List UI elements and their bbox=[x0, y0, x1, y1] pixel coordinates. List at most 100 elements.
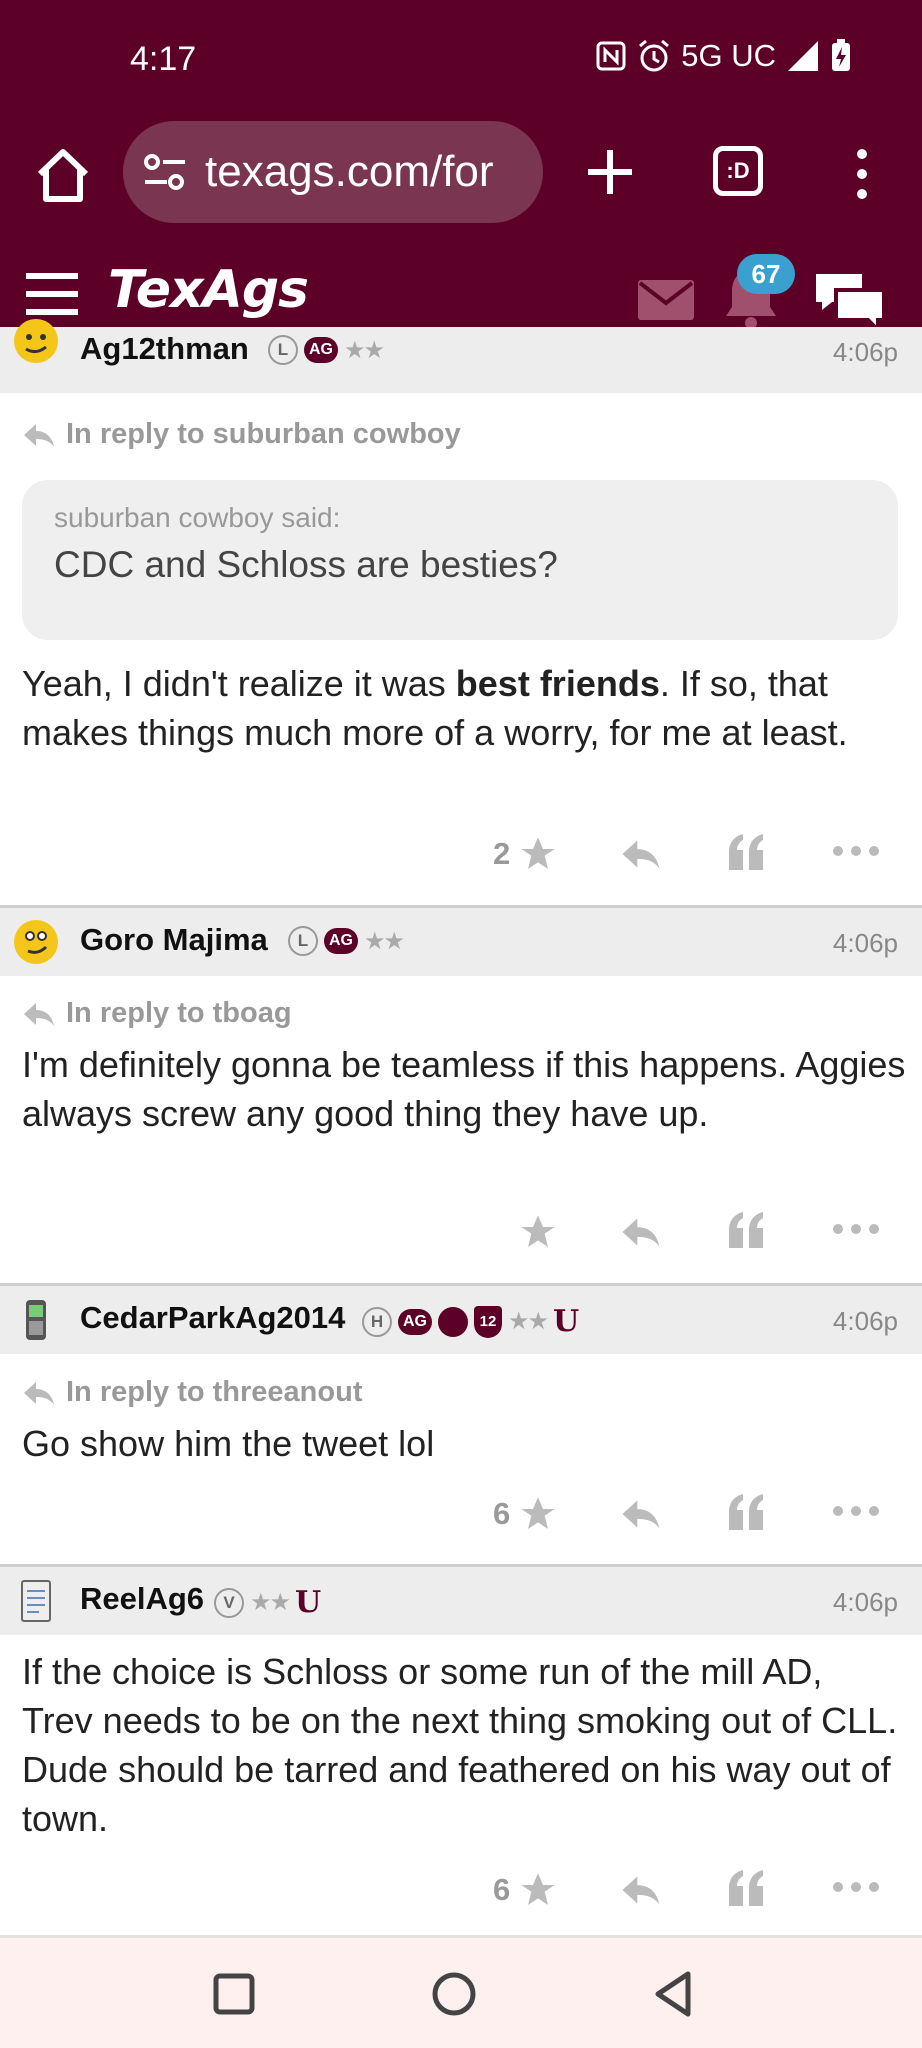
quote-text: CDC and Schloss are besties? bbox=[54, 544, 558, 585]
badge-ag: AG bbox=[398, 1308, 432, 1335]
more-horiz-icon[interactable] bbox=[832, 1504, 880, 1518]
url-text[interactable]: texags.com/for bbox=[205, 147, 494, 197]
reply-icon[interactable] bbox=[620, 1498, 662, 1530]
square-icon[interactable] bbox=[206, 1966, 262, 2022]
reply-to-text[interactable]: In reply to suburban cowboy bbox=[66, 418, 461, 451]
quote-icon[interactable] bbox=[727, 1212, 765, 1248]
post-time: 4:06p bbox=[832, 1587, 898, 1617]
post-time: 4:06p bbox=[832, 1306, 898, 1336]
post-actions: 2 bbox=[0, 830, 922, 880]
system-nav-bar bbox=[0, 1938, 922, 2048]
smiley-avatar-icon bbox=[14, 920, 58, 964]
home-icon[interactable] bbox=[30, 142, 96, 208]
signal-icon bbox=[788, 41, 818, 71]
post-time: 4:06p bbox=[832, 337, 898, 367]
stars-icon: ★★ bbox=[364, 927, 405, 955]
star-icon[interactable] bbox=[518, 1494, 558, 1534]
post-time: 4:06p bbox=[832, 928, 898, 958]
post-actions bbox=[0, 1208, 922, 1258]
reply-icon[interactable] bbox=[620, 1216, 662, 1248]
reply-icon[interactable] bbox=[620, 838, 662, 870]
user-flair: L AG ★★ bbox=[268, 335, 385, 365]
back-triangle-icon[interactable] bbox=[646, 1966, 702, 2022]
reply-to-link[interactable]: In reply to tboag bbox=[22, 997, 292, 1030]
star-count: 6 bbox=[493, 1872, 511, 1907]
status-bar: 4:17 5G UC bbox=[0, 0, 922, 120]
alarm-icon bbox=[639, 39, 670, 72]
badge-l: L bbox=[268, 335, 298, 365]
helmet-icon bbox=[438, 1306, 468, 1337]
notification-badge: 67 bbox=[737, 254, 795, 294]
university-u-icon: U bbox=[295, 1585, 322, 1620]
smiley-avatar-icon bbox=[14, 319, 58, 363]
badge-h: H bbox=[362, 1306, 392, 1337]
browser-toolbar: texags.com/for :D bbox=[0, 120, 922, 230]
reply-icon bbox=[24, 1002, 54, 1026]
reply-to-text[interactable]: In reply to tboag bbox=[66, 997, 292, 1030]
star-icon[interactable] bbox=[518, 834, 558, 874]
username[interactable]: ReelAg6 bbox=[80, 1581, 204, 1617]
stars-icon: ★★ bbox=[508, 1308, 549, 1335]
quote-author: suburban cowboy said: bbox=[54, 502, 341, 533]
shield-12-badge: 12 bbox=[474, 1305, 502, 1338]
star-count: 2 bbox=[493, 836, 511, 871]
post-body: Yeah, I didn't realize it was best frien… bbox=[22, 659, 902, 757]
post-body-bold: best friends bbox=[455, 663, 660, 704]
quote-box: suburban cowboy said: CDC and Schloss ar… bbox=[22, 480, 898, 640]
quote-icon[interactable] bbox=[727, 1870, 765, 1906]
reply-icon bbox=[24, 1381, 54, 1405]
username[interactable]: Goro Majima bbox=[80, 922, 268, 958]
status-icons: 5G UC bbox=[595, 38, 852, 74]
more-horiz-icon[interactable] bbox=[832, 1880, 880, 1894]
reply-icon[interactable] bbox=[620, 1874, 662, 1906]
post-header: CedarParkAg2014 H AG 12 ★★ U 4:06p bbox=[0, 1286, 922, 1354]
stars-icon: ★★ bbox=[344, 336, 385, 364]
chat-icon[interactable] bbox=[812, 270, 888, 332]
post-actions: 6 bbox=[0, 1490, 922, 1540]
phone-avatar-icon bbox=[26, 1300, 46, 1340]
status-time: 4:17 bbox=[130, 40, 197, 78]
user-flair: V ★★ U bbox=[214, 1585, 321, 1620]
network-label: 5G UC bbox=[681, 38, 776, 73]
site-logo[interactable]: TexAgs bbox=[108, 260, 309, 320]
reply-to-link[interactable]: In reply to suburban cowboy bbox=[22, 418, 461, 451]
post-header: ReelAg6 V ★★ U 4:06p bbox=[0, 1567, 922, 1635]
quote-icon[interactable] bbox=[727, 1494, 765, 1530]
url-bar[interactable]: texags.com/for bbox=[123, 121, 543, 223]
post-body: If the choice is Schloss or some run of … bbox=[22, 1651, 898, 1839]
badge-ag: AG bbox=[324, 928, 358, 954]
mail-icon[interactable] bbox=[638, 280, 694, 320]
reply-to-text[interactable]: In reply to threeanout bbox=[66, 1376, 362, 1409]
nfc-icon bbox=[596, 41, 626, 71]
badge-v: V bbox=[214, 1587, 244, 1618]
star-icon[interactable] bbox=[518, 1212, 558, 1252]
circle-icon[interactable] bbox=[426, 1966, 482, 2022]
hamburger-icon[interactable] bbox=[24, 272, 80, 316]
badge-l: L bbox=[288, 926, 318, 956]
badge-ag: AG bbox=[304, 337, 338, 363]
stars-icon: ★★ bbox=[250, 1589, 291, 1616]
more-horiz-icon[interactable] bbox=[832, 1222, 880, 1236]
app-topbar: 4:17 5G UC texags.com/for :D TexAgs bbox=[0, 0, 922, 352]
star-icon[interactable] bbox=[518, 1870, 558, 1910]
user-flair: H AG 12 ★★ U bbox=[362, 1304, 579, 1339]
more-horiz-icon[interactable] bbox=[832, 844, 880, 858]
reply-to-link[interactable]: In reply to threeanout bbox=[22, 1376, 362, 1409]
username[interactable]: CedarParkAg2014 bbox=[80, 1300, 345, 1336]
tune-icon[interactable] bbox=[143, 152, 187, 192]
star-count: 6 bbox=[493, 1496, 511, 1531]
more-vert-icon[interactable] bbox=[842, 144, 882, 204]
notepad-avatar-icon bbox=[21, 1580, 51, 1622]
post-body: Go show him the tweet lol bbox=[22, 1423, 435, 1464]
university-u-icon: U bbox=[553, 1304, 580, 1339]
reply-icon bbox=[24, 423, 54, 447]
post-body: I'm definitely gonna be teamless if this… bbox=[22, 1044, 906, 1134]
plus-icon[interactable] bbox=[580, 142, 640, 202]
user-flair: L AG ★★ bbox=[288, 926, 405, 956]
post-actions: 6 bbox=[0, 1866, 922, 1916]
post-body-text: Yeah, I didn't realize it was bbox=[22, 663, 456, 704]
tabs-icon[interactable]: :D bbox=[713, 146, 763, 196]
battery-icon bbox=[832, 39, 850, 71]
quote-icon[interactable] bbox=[727, 834, 765, 870]
username[interactable]: Ag12thman bbox=[80, 331, 249, 367]
